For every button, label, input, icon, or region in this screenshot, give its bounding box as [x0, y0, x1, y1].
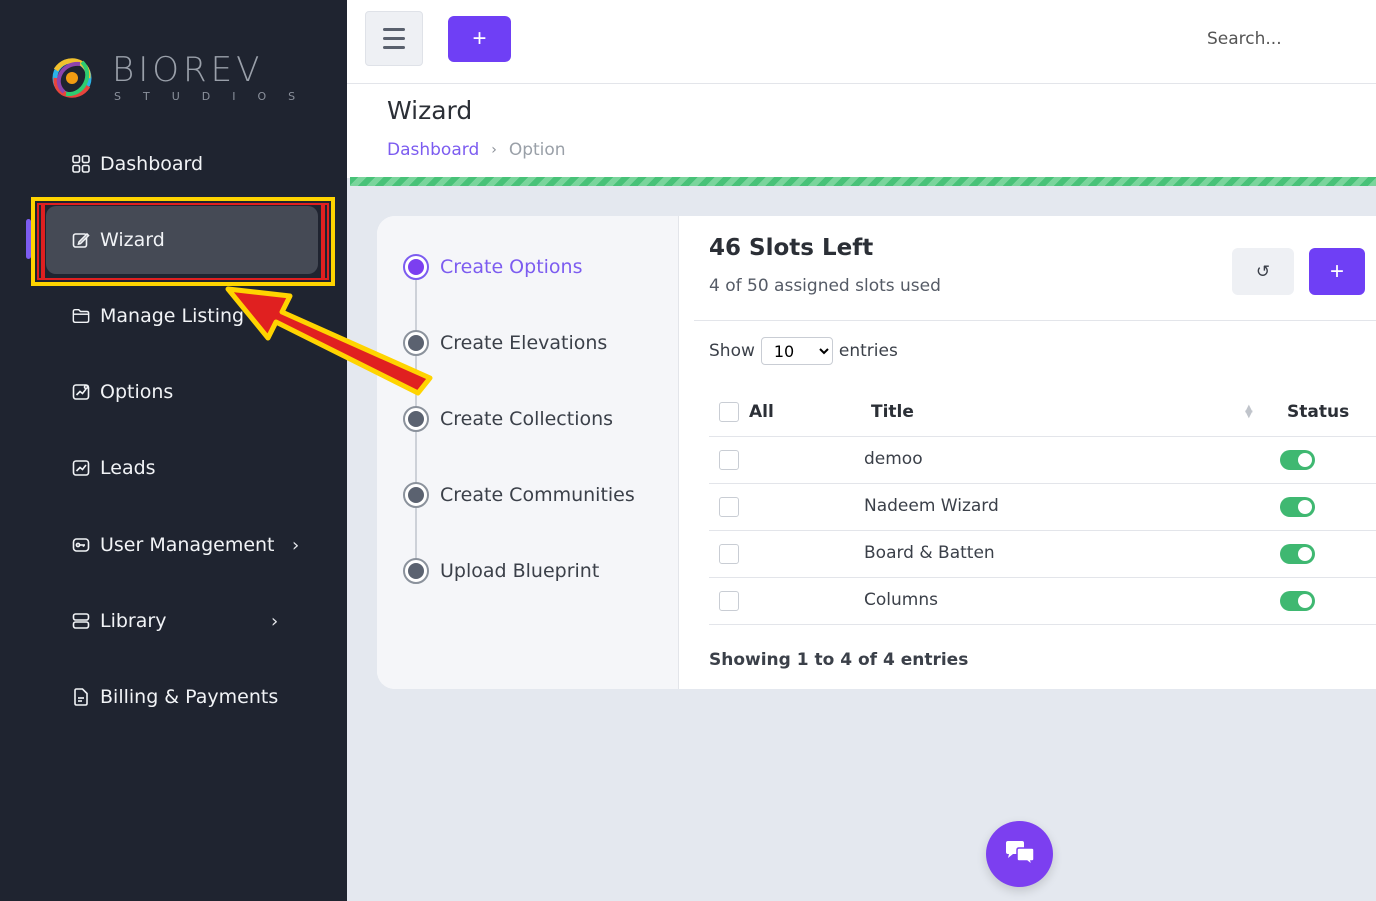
chevron-right-icon: › [271, 610, 279, 632]
wizard-card: Create Options Create Elevations Create … [377, 216, 1376, 689]
sidebar-item-options[interactable]: Options [46, 358, 318, 426]
header-all: All [749, 402, 774, 422]
row-title: Nadeem Wizard [864, 496, 999, 516]
brand-tagline: STUDIOS [114, 90, 318, 103]
sidebar-item-library[interactable]: Library › [46, 587, 318, 655]
table-header: All Title ▲ ▼ Status [709, 388, 1376, 437]
table-row: demoo [709, 437, 1376, 484]
brand-logo[interactable]: BIOREV STUDIOS [46, 50, 306, 110]
sidebar-item-label: Dashboard [100, 153, 204, 175]
active-indicator [26, 219, 31, 259]
step-label: Create Collections [440, 408, 614, 430]
sidebar-item-wizard[interactable]: Wizard [46, 206, 318, 274]
undo-button[interactable]: ↺ [1232, 248, 1294, 295]
page-size-select[interactable]: 10 25 50 100 [760, 337, 833, 365]
chart-icon [72, 459, 90, 477]
brand-name: BIOREV [112, 50, 264, 90]
breadcrumb-current: Option [508, 140, 566, 160]
document-icon [72, 688, 90, 706]
row-checkbox[interactable] [719, 544, 739, 564]
step-radio-icon [403, 254, 429, 280]
step-radio-icon [403, 330, 429, 356]
table-row: Nadeem Wizard [709, 484, 1376, 531]
grid-icon [72, 155, 90, 173]
step-label: Create Communities [440, 484, 635, 506]
search-input[interactable] [1207, 24, 1357, 54]
sidebar-item-dashboard[interactable]: Dashboard [46, 130, 318, 198]
sidebar-item-user-management[interactable]: User Management › [46, 511, 318, 579]
step-label: Create Elevations [440, 332, 608, 354]
sidebar-item-manage-listing[interactable]: Manage Listing [46, 282, 318, 350]
chevron-right-icon: › [292, 534, 300, 556]
step-radio-icon [403, 558, 429, 584]
show-label: Show [709, 341, 755, 361]
sidebar-item-label: Options [100, 381, 174, 403]
sidebar-item-label: Billing & Payments [100, 686, 279, 708]
wizard-steps: Create Options Create Elevations Create … [377, 216, 679, 689]
top-bar: + [347, 0, 1376, 84]
step-create-collections[interactable]: Create Collections [403, 406, 613, 432]
chart-icon [72, 383, 90, 401]
entries-label: entries [838, 341, 898, 361]
edit-icon [72, 231, 90, 249]
row-title: Board & Batten [864, 543, 995, 563]
breadcrumb: Dashboard › Option [387, 140, 566, 160]
progress-stripe [350, 177, 1376, 186]
status-toggle[interactable] [1280, 544, 1315, 564]
chat-icon [1005, 841, 1035, 867]
select-all-checkbox[interactable] [719, 402, 739, 422]
sidebar: BIOREV STUDIOS Dashboard Wizard Manage L… [0, 0, 347, 901]
step-create-elevations[interactable]: Create Elevations [403, 330, 607, 356]
sidebar-item-billing-payments[interactable]: Billing & Payments [46, 663, 318, 731]
key-icon [72, 536, 90, 554]
sidebar-item-label: Wizard [100, 229, 165, 251]
step-create-communities[interactable]: Create Communities [403, 482, 635, 508]
folder-icon [72, 307, 90, 325]
sidebar-item-label: Library [100, 610, 167, 632]
header-title[interactable]: Title [871, 402, 914, 422]
quick-add-button[interactable]: + [448, 16, 511, 62]
status-toggle[interactable] [1280, 591, 1315, 611]
row-checkbox[interactable] [719, 497, 739, 517]
table-row: Columns [709, 578, 1376, 625]
entries-length-control: Show 10 25 50 100 entries [709, 337, 898, 365]
sidebar-item-label: Manage Listing [100, 305, 245, 327]
divider [694, 320, 1376, 321]
page-header: Wizard Dashboard › Option [347, 84, 1376, 178]
menu-toggle-button[interactable] [365, 11, 423, 66]
chat-button[interactable] [986, 821, 1053, 887]
row-title: Columns [864, 590, 938, 610]
table-row: Board & Batten [709, 531, 1376, 578]
sidebar-item-label: Leads [100, 457, 156, 479]
page-title: Wizard [387, 96, 473, 125]
hamburger-icon [383, 25, 405, 52]
breadcrumb-link-dashboard[interactable]: Dashboard [387, 140, 479, 160]
header-status[interactable]: Status [1287, 402, 1349, 422]
status-toggle[interactable] [1280, 497, 1315, 517]
biorev-logo-icon [52, 58, 92, 98]
step-radio-icon [403, 406, 429, 432]
row-checkbox[interactable] [719, 591, 739, 611]
server-icon [72, 612, 90, 630]
step-create-options[interactable]: Create Options [403, 254, 582, 280]
sidebar-item-label: User Management [100, 534, 275, 556]
row-title: demoo [864, 449, 923, 469]
options-panel: 46 Slots Left 4 of 50 assigned slots use… [679, 216, 1376, 689]
add-option-button[interactable]: + [1309, 248, 1365, 295]
step-radio-icon [403, 482, 429, 508]
slots-title: 46 Slots Left [709, 235, 874, 261]
step-label: Create Options [440, 256, 583, 278]
row-checkbox[interactable] [719, 450, 739, 470]
sort-icon[interactable]: ▲ ▼ [1245, 404, 1253, 420]
chevron-right-icon: › [491, 142, 497, 158]
status-toggle[interactable] [1280, 450, 1315, 470]
step-label: Upload Blueprint [440, 560, 600, 582]
slots-subtitle: 4 of 50 assigned slots used [709, 276, 941, 296]
options-table: All Title ▲ ▼ Status demoo Nadeem Wizard … [709, 388, 1376, 625]
sidebar-item-leads[interactable]: Leads [46, 434, 318, 502]
table-info: Showing 1 to 4 of 4 entries [709, 650, 969, 670]
step-upload-blueprint[interactable]: Upload Blueprint [403, 558, 599, 584]
